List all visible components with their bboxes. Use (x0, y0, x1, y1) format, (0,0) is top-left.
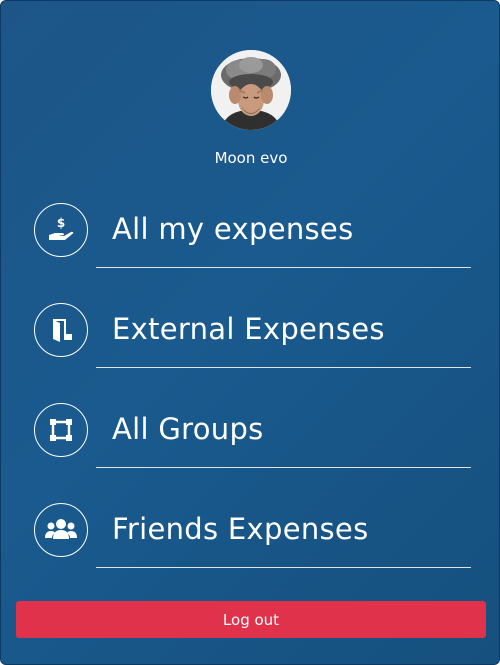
svg-text:$: $ (57, 216, 65, 230)
logout-button[interactable]: Log out (16, 601, 486, 638)
menu-item-all-groups[interactable]: All Groups (31, 401, 471, 475)
menu-item-label: All my expenses (112, 212, 354, 246)
avatar[interactable] (211, 50, 291, 130)
hand-money-icon: $ (34, 203, 88, 257)
menu-item-friends-expenses[interactable]: Friends Expenses (31, 501, 471, 575)
side-menu-panel: Moon evo $ All my expenses External Expe… (0, 0, 500, 665)
divider (96, 467, 471, 468)
menu-item-label: All Groups (112, 412, 264, 446)
divider (96, 367, 471, 368)
users-icon (34, 503, 88, 557)
menu-item-label: External Expenses (112, 312, 385, 346)
divider (96, 267, 471, 268)
menu-item-label: Friends Expenses (112, 512, 369, 546)
profile-name: Moon evo (214, 149, 288, 167)
menu-item-all-my-expenses[interactable]: $ All my expenses (31, 201, 471, 275)
user-avatar-photo (211, 50, 291, 130)
menu-item-external-expenses[interactable]: External Expenses (31, 301, 471, 375)
group-selection-icon (34, 403, 88, 457)
divider (96, 567, 471, 568)
door-exit-icon (34, 303, 88, 357)
